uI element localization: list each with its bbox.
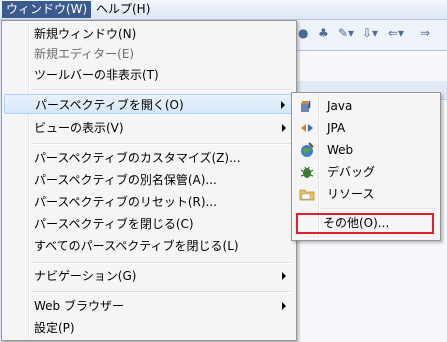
- menu-item-label: ビューの表示(V): [34, 121, 124, 135]
- menu-item-label: 新規エディター(E): [34, 47, 135, 61]
- menu-help[interactable]: ヘルプ(H): [92, 1, 154, 18]
- submenu-arrow-icon: [281, 101, 285, 109]
- window-menu: 新規ウィンドウ(N) 新規エディター(E) ツールバーの非表示(T) パースペク…: [1, 20, 297, 341]
- menu-item-label: パースペクティブを閉じる(C): [34, 217, 194, 231]
- menu-item-label: Web ブラウザー: [34, 299, 124, 313]
- bug-icon: [299, 164, 315, 180]
- run-icon[interactable]: ♣: [318, 26, 329, 40]
- menu-item-new-window[interactable]: 新規ウィンドウ(N): [4, 24, 294, 44]
- edit-icon[interactable]: ✎▾: [338, 26, 354, 40]
- submenu-item-java[interactable]: J Java: [294, 95, 438, 117]
- menu-item-label: ナビゲーション(G): [34, 269, 137, 283]
- menu-item-label: ツールバーの非表示(T): [34, 68, 159, 82]
- menu-item-label: 新規ウィンドウ(N): [34, 27, 137, 41]
- menu-bar: ウィンドウ(W) ヘルプ(H): [0, 0, 447, 20]
- submenu-arrow-icon: [282, 272, 286, 280]
- submenu-item-label: リソース: [327, 187, 375, 201]
- submenu-arrow-icon: [282, 124, 286, 132]
- menu-separator: [32, 143, 292, 145]
- menu-item-reset-perspective[interactable]: パースペクティブのリセット(R)...: [4, 192, 294, 212]
- menu-separator: [32, 291, 292, 293]
- menu-item-navigation[interactable]: ナビゲーション(G): [4, 266, 294, 286]
- submenu-arrow-icon: [282, 302, 286, 310]
- menu-item-label: 設定(P): [34, 321, 75, 335]
- open-perspective-submenu: J Java JPA Web デバッグ リソース その他(O)...: [291, 92, 441, 241]
- menu-item-label: パースペクティブを開く(O): [35, 98, 184, 112]
- menu-item-close-perspective[interactable]: パースペクティブを閉じる(C): [4, 214, 294, 234]
- submenu-item-jpa[interactable]: JPA: [294, 117, 438, 139]
- menu-separator: [322, 208, 434, 210]
- java-perspective-icon: J: [299, 98, 315, 114]
- web-perspective-icon: [299, 142, 315, 158]
- submenu-item-label: Web: [327, 143, 354, 157]
- nav-icon[interactable]: ⇩▾: [362, 26, 378, 40]
- menu-item-save-perspective-as[interactable]: パースペクティブの別名保管(A)...: [4, 170, 294, 190]
- menu-item-label: パースペクティブのカスタマイズ(Z)...: [34, 151, 241, 165]
- menu-item-label: パースペクティブのリセット(R)...: [34, 195, 217, 209]
- menu-item-new-editor: 新規エディター(E): [4, 44, 294, 64]
- menu-item-open-perspective[interactable]: パースペクティブを開く(O): [4, 94, 294, 114]
- menu-item-customize-perspective[interactable]: パースペクティブのカスタマイズ(Z)...: [4, 148, 294, 168]
- back-icon[interactable]: ⇐▾: [388, 26, 404, 40]
- submenu-item-other[interactable]: その他(O)...: [296, 213, 434, 234]
- folder-icon: [299, 186, 315, 202]
- submenu-item-label: JPA: [327, 121, 346, 135]
- menu-separator: [32, 262, 292, 264]
- submenu-item-web[interactable]: Web: [294, 139, 438, 161]
- submenu-item-label: その他(O)...: [323, 216, 390, 230]
- forward-icon[interactable]: ⇒: [420, 26, 430, 40]
- menu-item-label: すべてのパースペクティブを閉じる(L): [34, 239, 239, 253]
- submenu-item-label: Java: [327, 99, 353, 113]
- submenu-item-label: デバッグ: [327, 165, 376, 179]
- menu-item-label: パースペクティブの別名保管(A)...: [34, 173, 217, 187]
- submenu-item-resource[interactable]: リソース: [294, 183, 438, 205]
- menu-item-web-browser[interactable]: Web ブラウザー: [4, 296, 294, 316]
- globe-icon[interactable]: ●: [298, 26, 308, 40]
- jpa-perspective-icon: [299, 120, 315, 136]
- svg-text:J: J: [307, 100, 311, 109]
- menu-separator: [32, 89, 292, 91]
- menu-window[interactable]: ウィンドウ(W): [2, 1, 92, 18]
- menu-item-hide-toolbar[interactable]: ツールバーの非表示(T): [4, 65, 294, 85]
- menu-item-close-all-perspectives[interactable]: すべてのパースペクティブを閉じる(L): [4, 236, 294, 256]
- menu-item-preferences[interactable]: 設定(P): [4, 318, 294, 338]
- menu-item-show-view[interactable]: ビューの表示(V): [4, 118, 294, 138]
- submenu-item-debug[interactable]: デバッグ: [294, 161, 438, 183]
